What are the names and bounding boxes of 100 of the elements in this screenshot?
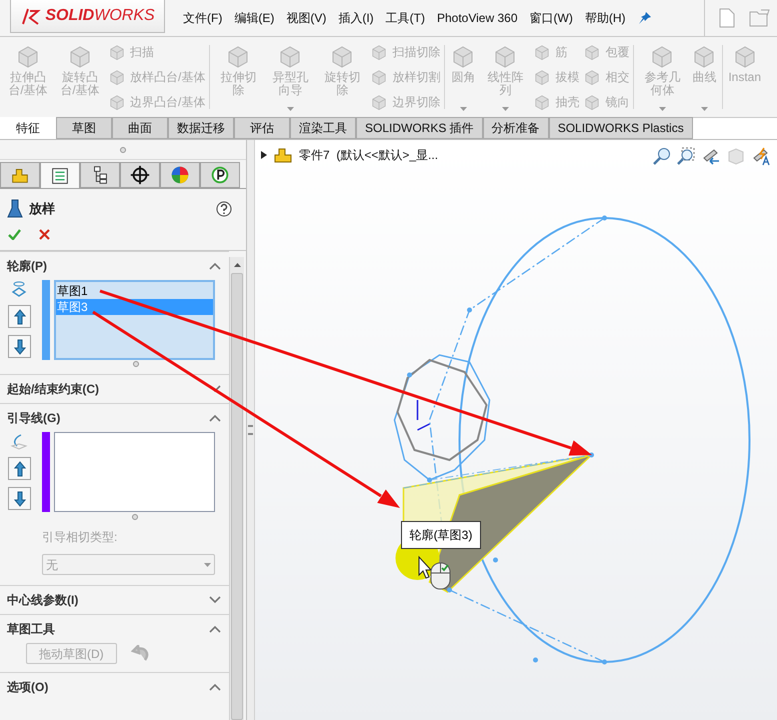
expand-arrow-icon[interactable] (261, 151, 267, 159)
caret-icon (700, 107, 708, 111)
selection-tooltip: 轮廓(草图3) (401, 521, 481, 549)
block-icon (583, 93, 602, 112)
caret-icon (502, 107, 509, 111)
move-down-button[interactable] (8, 335, 31, 358)
command-tab[interactable]: 渲染工具 (290, 117, 356, 139)
profile-list-item[interactable]: 草图3 (56, 299, 213, 315)
panel-tab[interactable] (120, 162, 160, 188)
caret-icon (460, 107, 467, 111)
splitter-handle[interactable] (248, 425, 253, 435)
dropdown-value: 无 (46, 556, 58, 574)
loft-icon (7, 199, 23, 219)
new-document-icon[interactable] (719, 8, 735, 28)
camera-icon[interactable] (701, 147, 721, 165)
drag-sketch-button[interactable]: 拖动草图(D) (26, 643, 117, 664)
down-arrow-icon (14, 490, 26, 506)
menu-item[interactable]: 窗口(W) (530, 9, 573, 27)
ribbon-button[interactable]: 拉伸切除 (214, 37, 262, 117)
tangency-dropdown[interactable]: 无 (42, 554, 215, 575)
section-title: 起始/结束约束(C) (7, 381, 99, 398)
command-tab[interactable]: 评估 (234, 117, 290, 139)
feature-title: 放样 (29, 200, 55, 218)
command-tab[interactable]: 数据迁移 (168, 117, 234, 139)
collapse-icon[interactable] (209, 625, 221, 633)
block-icon (108, 93, 126, 112)
ribbon-button[interactable]: 拉伸凸台/基体 (4, 37, 52, 117)
ribbon-button[interactable]: 镜向 (583, 93, 630, 112)
ribbon-button[interactable]: 抽壳 (533, 93, 580, 112)
ribbon-button[interactable]: 扫描切除 (370, 42, 440, 61)
ribbon-button[interactable]: 边界切除 (370, 93, 440, 112)
section-title: 草图工具 (7, 621, 55, 638)
menu-item[interactable]: 帮助(H) (584, 9, 626, 27)
ribbon-button[interactable]: 放样凸台/基体 (108, 68, 206, 86)
command-tab[interactable]: 曲面 (112, 117, 168, 139)
menu-item[interactable]: PhotoView 360 (436, 9, 518, 27)
part-tree-title[interactable]: 零件7 (默认<<默认>_显... (299, 146, 438, 164)
command-tab[interactable]: SOLIDWORKS Plastics (548, 117, 693, 139)
scrollbar[interactable] (229, 257, 244, 720)
resize-handle[interactable] (120, 146, 126, 152)
up-arrow-icon (14, 460, 26, 476)
ribbon-button[interactable]: 线性阵列 (481, 37, 530, 117)
logo-mark-icon (20, 6, 42, 26)
block-icon (533, 68, 552, 86)
menu-item[interactable]: 文件(F) (183, 9, 222, 27)
section-title: 引导线(G) (7, 410, 60, 427)
command-tab[interactable]: 草图 (56, 117, 112, 139)
view-orientation-icon[interactable] (751, 146, 771, 166)
collapse-icon[interactable] (209, 262, 221, 270)
block-icon (108, 42, 126, 61)
zoom-fit-icon[interactable] (653, 147, 671, 165)
ribbon-button[interactable]: 异型孔向导 (266, 37, 314, 117)
move-up-button[interactable] (8, 305, 31, 328)
guide-curve-icon (10, 432, 28, 450)
command-tab[interactable]: SOLIDWORKS 插件 (356, 117, 483, 139)
zoom-area-icon[interactable] (677, 147, 695, 165)
panel-tab[interactable] (80, 162, 120, 188)
pin-icon[interactable] (638, 11, 652, 25)
ribbon-button[interactable]: 旋转凸台/基体 (56, 37, 104, 117)
close-icon[interactable] (39, 229, 50, 240)
caret-icon (286, 107, 294, 111)
block-icon (583, 68, 602, 86)
panel-tab[interactable] (200, 162, 240, 188)
ribbon-button[interactable]: 边界凸台/基体 (108, 93, 206, 112)
caret-icon (204, 562, 211, 566)
menu-item[interactable]: 视图(V) (286, 9, 326, 27)
ribbon-button[interactable]: Instan (727, 37, 762, 117)
ribbon-button[interactable]: 包覆 (583, 42, 630, 61)
ribbon-button[interactable]: 相交 (583, 68, 630, 86)
collapse-icon[interactable] (209, 683, 221, 691)
ribbon-button[interactable]: 圆角 (449, 37, 478, 117)
expand-icon[interactable] (209, 596, 221, 604)
move-down-button[interactable] (8, 487, 31, 510)
ribbon-button[interactable]: 放样切割 (370, 68, 440, 86)
ribbon-button[interactable]: 筋 (533, 42, 580, 61)
block-icon (370, 68, 388, 86)
resize-handle[interactable] (132, 514, 138, 520)
scroll-up-icon[interactable] (234, 263, 240, 267)
ribbon-button[interactable]: 参考几何体 (638, 37, 686, 117)
ribbon-button[interactable]: 曲线 (690, 37, 718, 117)
menu-item[interactable]: 编辑(E) (234, 9, 274, 27)
panel-tab[interactable] (40, 162, 80, 188)
collapse-icon[interactable] (209, 414, 221, 422)
menu-item[interactable]: 工具(T) (386, 9, 425, 27)
ribbon-button[interactable]: 拔模 (533, 68, 580, 86)
ribbon-button[interactable]: 旋转切除 (318, 37, 366, 117)
ribbon-button[interactable]: 扫描 (108, 42, 206, 61)
block-icon (533, 42, 552, 61)
command-tab[interactable]: 分析准备 (482, 117, 549, 139)
help-icon[interactable] (216, 201, 232, 217)
move-up-button[interactable] (8, 457, 31, 480)
block-icon (533, 93, 552, 112)
section-title: 选项(O) (7, 679, 48, 696)
block-icon (108, 68, 126, 86)
profile-list-item[interactable]: 草图1 (56, 283, 213, 299)
check-icon[interactable] (8, 229, 21, 240)
resize-handle[interactable] (133, 361, 139, 367)
color-wheel-icon (169, 164, 191, 186)
menu-item[interactable]: 插入(I) (338, 9, 374, 27)
p-circle-icon (209, 164, 231, 186)
